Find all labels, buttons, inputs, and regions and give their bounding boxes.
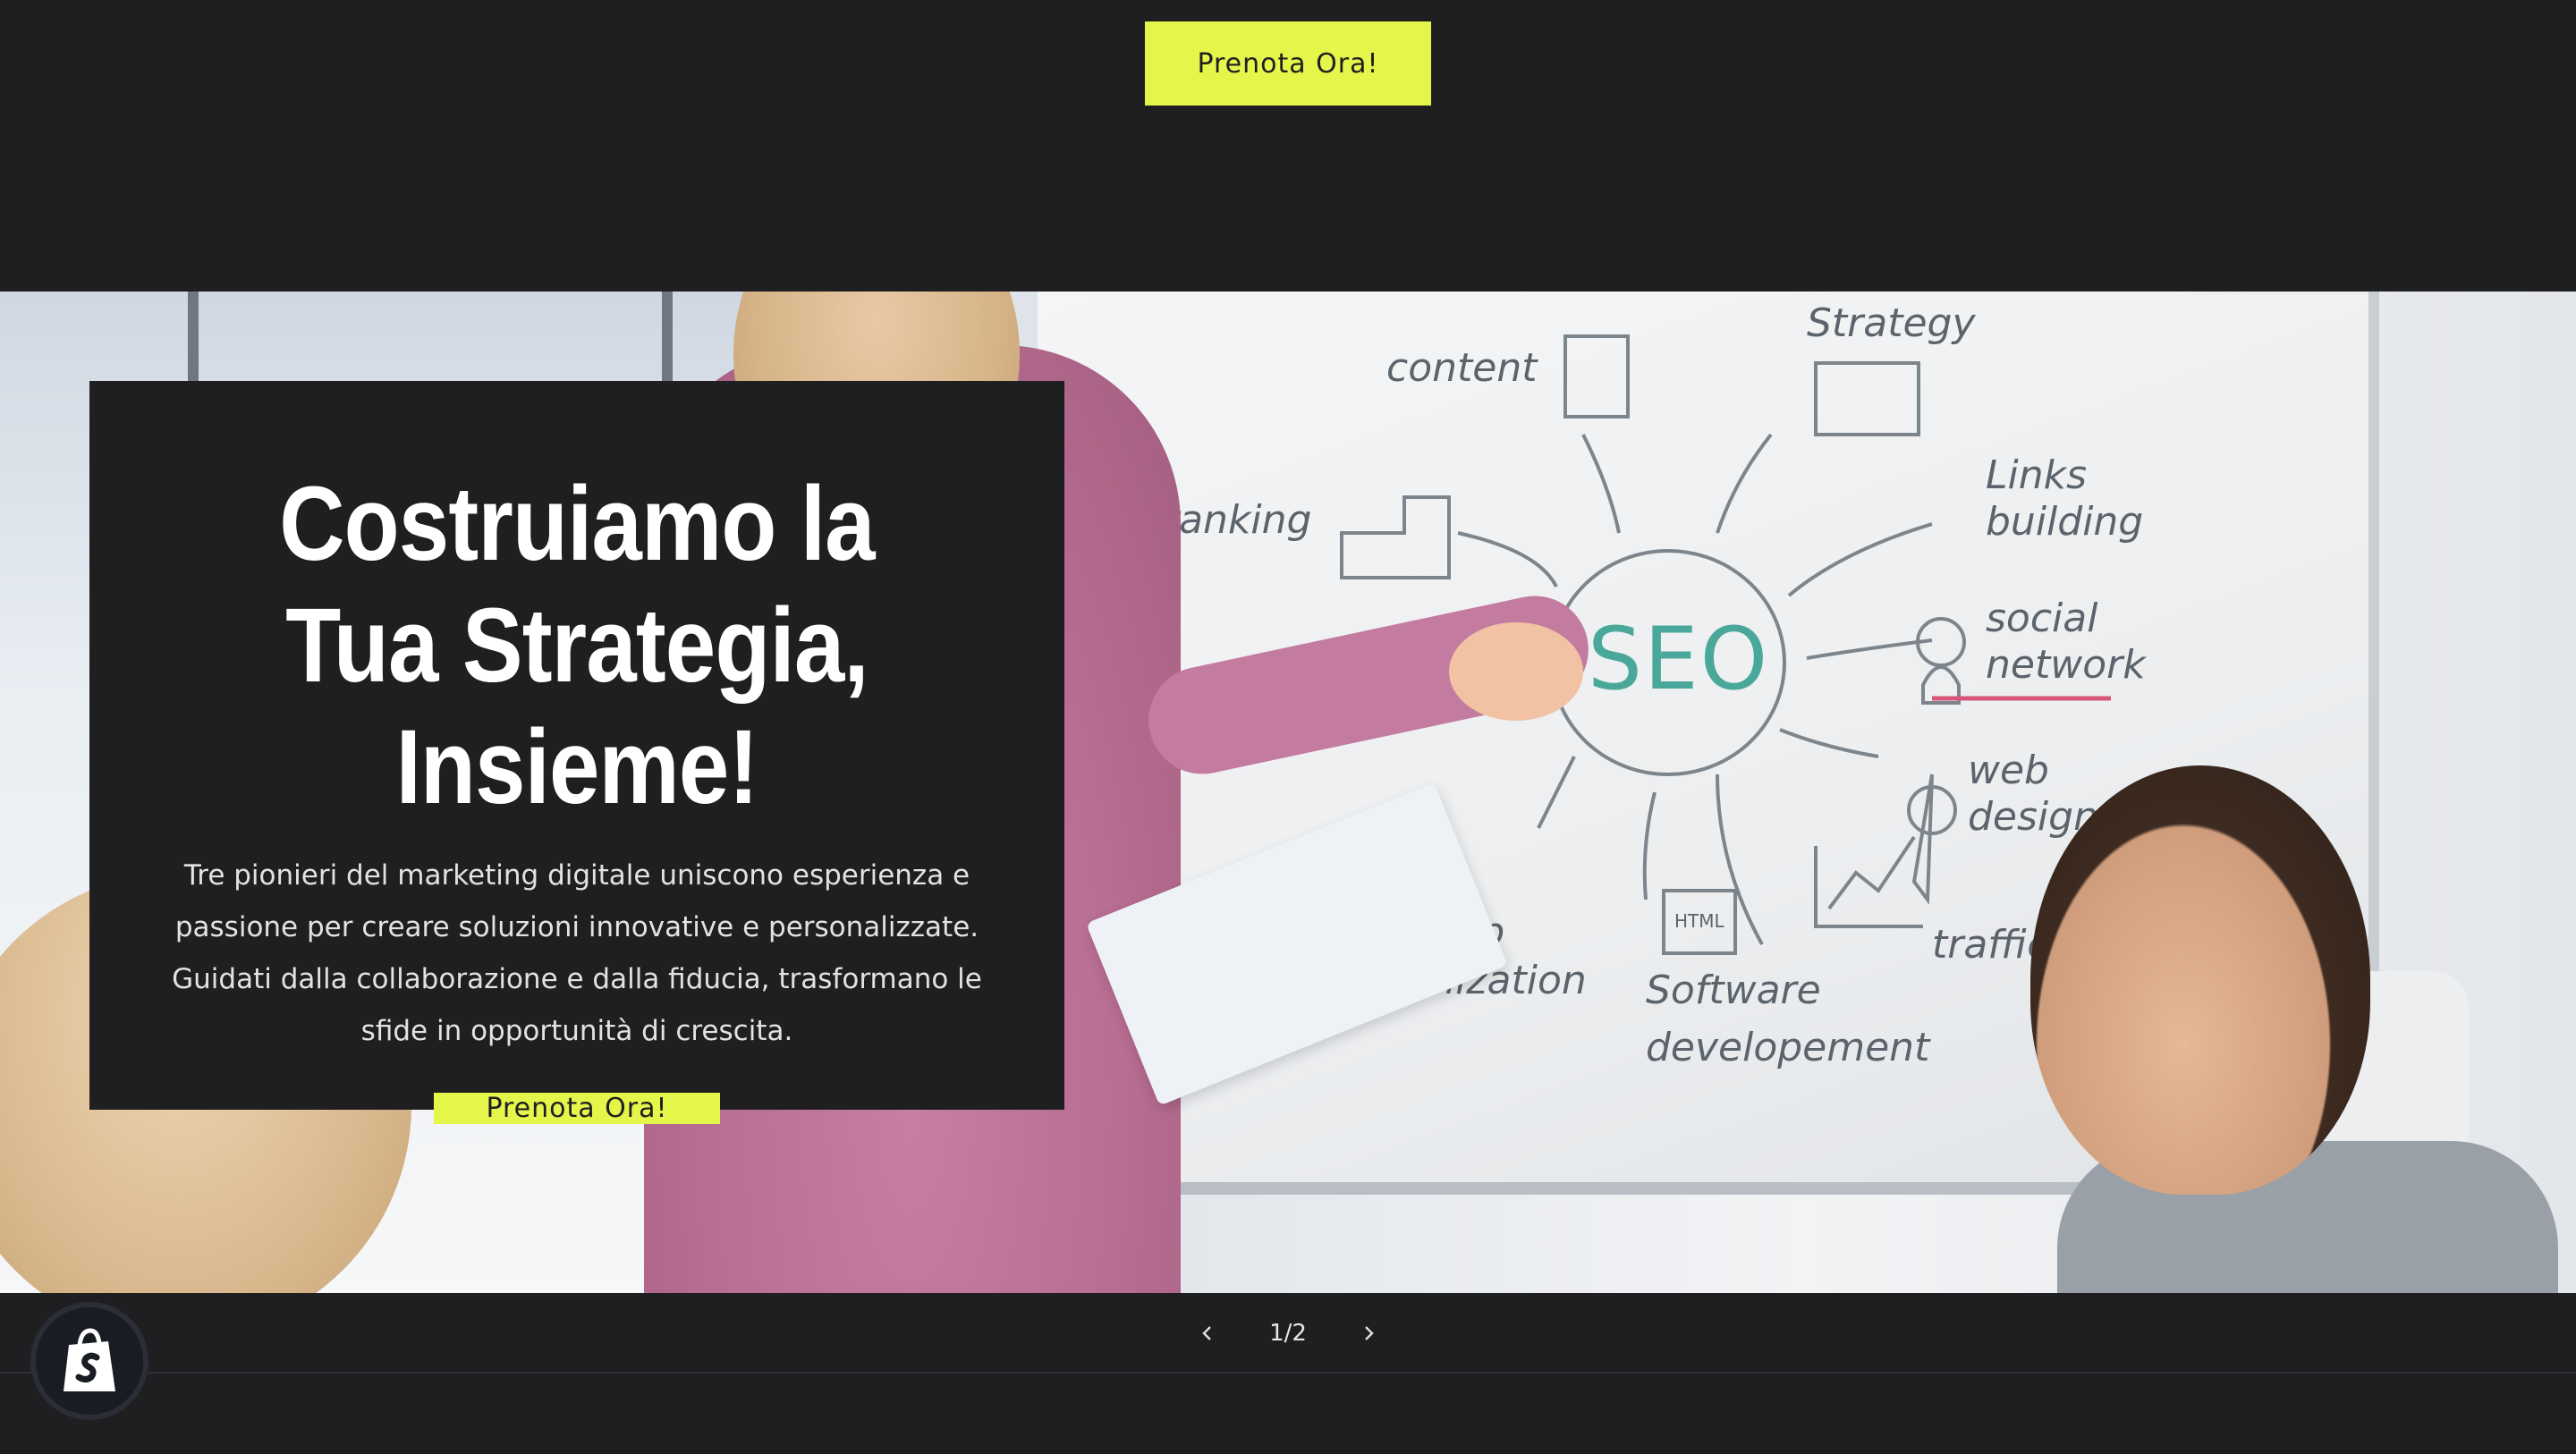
slider-controls: 1/2	[0, 1293, 2576, 1374]
hero-description: Tre pionieri del marketing digitale unis…	[172, 859, 982, 1047]
board-label-seo: SEO	[1588, 609, 1770, 709]
chevron-left-icon	[1202, 1326, 1211, 1340]
chevron-right-icon	[1365, 1326, 1374, 1340]
hero-title: Costruiamo la Tua Strategia, Insieme!	[279, 465, 875, 826]
presenter-hand	[1449, 622, 1583, 721]
board-label-social-network: social network	[1986, 596, 2146, 688]
shopify-badge-button[interactable]	[36, 1307, 143, 1415]
top-band: Prenota Ora!	[0, 0, 2576, 292]
board-label-links-building: Links building	[1986, 452, 2144, 545]
board-label-strategy: Strategy	[1807, 300, 1976, 346]
shopify-bag-icon	[64, 1328, 115, 1391]
board-label-content: content	[1386, 345, 1538, 391]
book-now-button-top[interactable]: Prenota Ora!	[1145, 21, 1431, 106]
slider-next-button[interactable]	[1342, 1293, 1395, 1374]
board-label-html: HTML	[1674, 910, 1724, 932]
person-seated-right-head	[2030, 765, 2370, 1195]
board-label-ranking: ranking	[1163, 497, 1312, 543]
slider-prev-button[interactable]	[1181, 1293, 1234, 1374]
board-label-software: Software developement	[1646, 968, 1930, 1070]
hero-text-panel: Costruiamo la Tua Strategia, Insieme! Tr…	[89, 381, 1064, 1124]
book-now-button-hero[interactable]: Prenota Ora!	[434, 1093, 720, 1124]
bottom-band	[0, 1374, 2576, 1454]
slide-counter: 1/2	[1269, 1320, 1307, 1347]
